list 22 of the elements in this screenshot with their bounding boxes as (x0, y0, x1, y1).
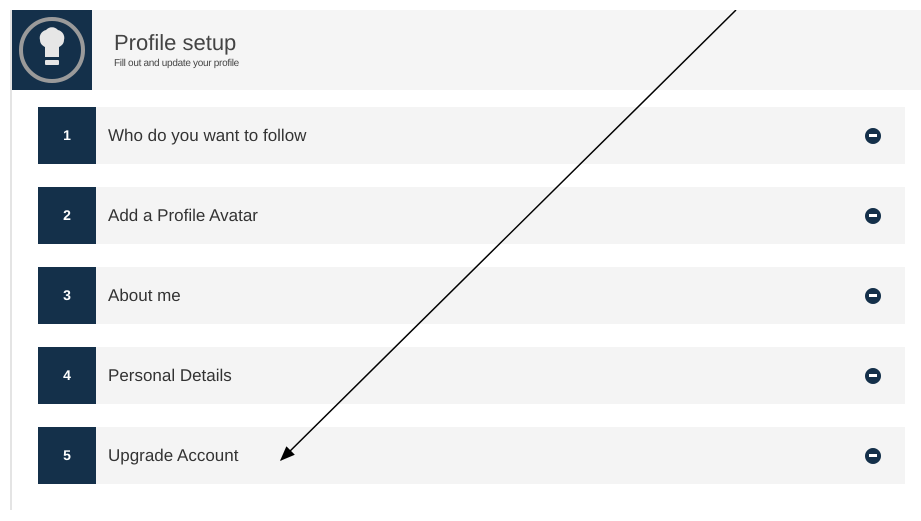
step-label: About me (108, 284, 182, 307)
header-title: Profile setup (114, 30, 238, 56)
step-label: Personal Details (108, 364, 233, 387)
collapse-icon[interactable] (865, 368, 881, 384)
header-subtitle: Fill out and update your profile (114, 56, 239, 70)
step-number: 2 (38, 187, 96, 244)
step-label: Upgrade Account (108, 444, 240, 467)
step-number: 1 (38, 107, 96, 164)
step-number: 4 (38, 347, 96, 404)
step-number: 5 (38, 427, 96, 484)
step-row[interactable]: 1 Who do you want to follow (38, 107, 905, 164)
step-number: 3 (38, 267, 96, 324)
collapse-icon[interactable] (865, 288, 881, 304)
step-row[interactable]: 3 About me (38, 267, 905, 324)
collapse-icon[interactable] (865, 448, 881, 464)
collapse-icon[interactable] (865, 208, 881, 224)
step-label: Who do you want to follow (108, 124, 308, 147)
step-row[interactable]: 2 Add a Profile Avatar (38, 187, 905, 244)
step-label: Add a Profile Avatar (108, 204, 259, 227)
step-row[interactable]: 5 Upgrade Account (38, 427, 905, 484)
collapse-icon[interactable] (865, 128, 881, 144)
step-row[interactable]: 4 Personal Details (38, 347, 905, 404)
